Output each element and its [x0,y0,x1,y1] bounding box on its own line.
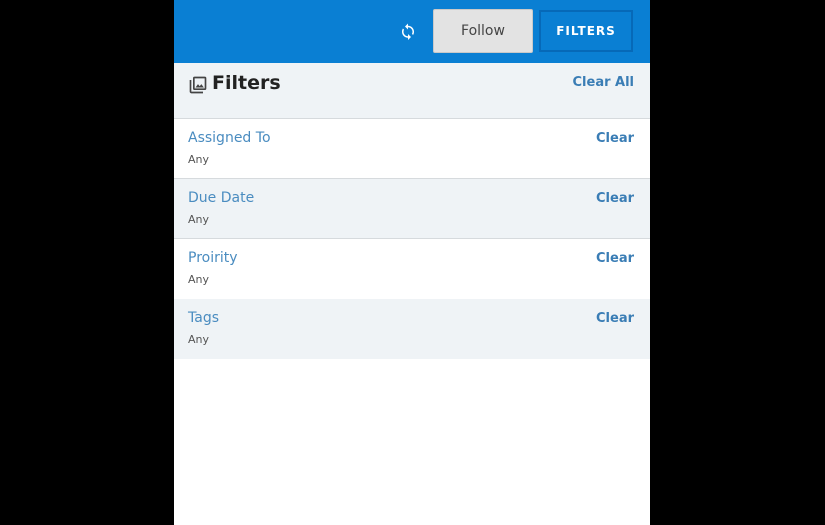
images-icon [189,76,207,94]
refresh-button[interactable] [398,21,418,41]
filter-item-priority[interactable]: Proirity Any Clear [174,239,650,299]
filter-value: Any [188,213,210,226]
top-bar: Follow FILTERS [174,0,650,63]
clear-button-assigned-to[interactable]: Clear [596,131,634,146]
filter-value: Any [188,153,210,166]
page-title: Filters [212,72,281,94]
filters-button[interactable]: FILTERS [539,10,633,52]
filter-label: Due Date [188,190,255,206]
filters-header: Filters Clear All [174,63,650,119]
filter-item-assigned-to[interactable]: Assigned To Any Clear [174,119,650,179]
filter-value: Any [188,333,210,346]
filter-value: Any [188,273,210,286]
follow-button[interactable]: Follow [433,9,533,53]
filters-panel-container: Follow FILTERS Filters Clear All Assigne… [174,0,650,525]
filter-label: Tags [188,310,219,326]
clear-button-tags[interactable]: Clear [596,311,634,326]
filter-list: Assigned To Any Clear Due Date Any Clear… [174,119,650,359]
filter-item-tags[interactable]: Tags Any Clear [174,299,650,359]
clear-button-due-date[interactable]: Clear [596,191,634,206]
clear-all-button[interactable]: Clear All [573,75,635,90]
clear-button-priority[interactable]: Clear [596,251,634,266]
filter-label: Assigned To [188,130,271,146]
filter-label: Proirity [188,250,238,266]
refresh-icon [402,23,414,40]
filter-item-due-date[interactable]: Due Date Any Clear [174,179,650,239]
